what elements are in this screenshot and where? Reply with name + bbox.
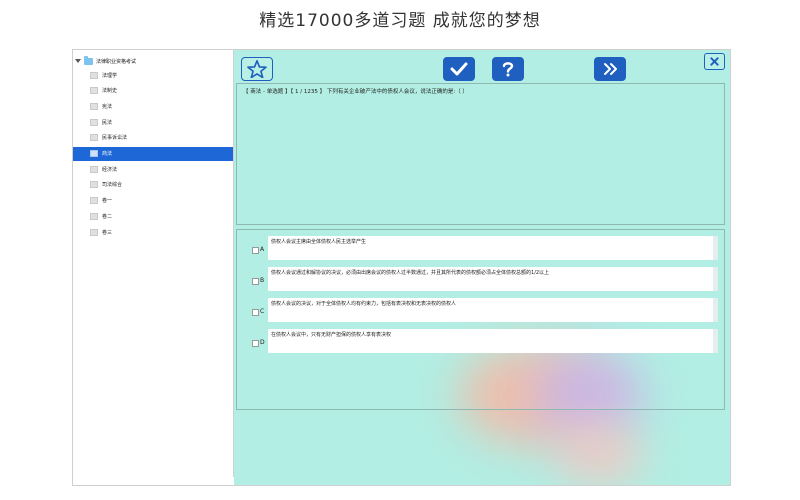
next-question-button[interactable]: [594, 57, 626, 81]
background-blur: [554, 425, 644, 485]
sidebar-item[interactable]: 卷二: [73, 209, 233, 223]
sidebar-item[interactable]: 民事诉讼法: [73, 131, 233, 145]
close-icon: [710, 57, 719, 66]
options-panel: A 债权人会议主席由全体债权人民主选举产生 B 债权人会议通过和解协议的决议，必须由出…: [236, 229, 725, 410]
answer-option[interactable]: C 债权人会议的决议，对于全体债权人均有约束力，包括有表决权和无表决权的债权人: [237, 298, 724, 324]
sidebar-item[interactable]: 民法: [73, 115, 233, 129]
option-text[interactable]: 债权人会议主席由全体债权人民主选举产生: [268, 236, 718, 260]
answer-option[interactable]: A 债权人会议主席由全体债权人民主选举产生: [237, 236, 724, 262]
tree-root[interactable]: 法律职业资格考试: [75, 55, 137, 66]
favorite-button[interactable]: [241, 57, 273, 81]
option-text[interactable]: 在债权人会议中，只有无财产担保的债权人享有表决权: [268, 329, 718, 353]
option-checkbox[interactable]: [252, 247, 259, 254]
sidebar-item-label: 法理学: [102, 72, 118, 79]
option-letter: C: [260, 308, 265, 315]
question-panel: 【 商法 - 单选题 】【 1 / 1235 】 下列有关企业破产法中的债权人会…: [236, 83, 725, 225]
option-text[interactable]: 债权人会议通过和解协议的决议，必须由出席会议的债权人过半数通过，并且其所代表的债…: [268, 267, 718, 291]
option-checkbox[interactable]: [252, 340, 259, 347]
sidebar-item[interactable]: 法理学: [73, 68, 233, 82]
option-text[interactable]: 债权人会议的决议，对于全体债权人均有约束力，包括有表决权和无表决权的债权人: [268, 298, 718, 322]
close-button[interactable]: [704, 53, 725, 70]
document-icon: [90, 150, 98, 157]
sidebar-item[interactable]: 卷三: [73, 225, 233, 239]
document-icon: [90, 228, 98, 236]
sidebar-tree[interactable]: 法律职业资格考试 法理学法制史宪法民法民事诉讼法商法经济法司法综合卷一卷二卷三: [73, 50, 234, 477]
option-checkbox[interactable]: [252, 309, 259, 316]
option-letter: A: [260, 246, 265, 253]
sidebar-item[interactable]: 商法: [73, 146, 233, 161]
help-button[interactable]: [492, 57, 524, 81]
document-icon: [90, 87, 98, 95]
sidebar-item-label: 民法: [102, 119, 113, 126]
answer-option[interactable]: D 在债权人会议中，只有无财产担保的债权人享有表决权: [237, 329, 724, 355]
check-answer-button[interactable]: [443, 57, 475, 81]
sidebar-item-label: 卷一: [102, 198, 113, 205]
sidebar-item-label: 卷三: [102, 229, 113, 236]
document-icon: [90, 71, 98, 79]
option-letter: D: [260, 339, 265, 346]
document-icon: [90, 181, 98, 189]
app-window: 法律职业资格考试 法理学法制史宪法民法民事诉讼法商法经济法司法综合卷一卷二卷三: [72, 49, 731, 486]
document-icon: [90, 165, 98, 173]
sidebar-item[interactable]: 法制史: [73, 84, 233, 98]
sidebar-item[interactable]: 宪法: [73, 99, 233, 113]
document-icon: [90, 212, 98, 220]
promo-headline: 精选17000多道习题 成就您的梦想: [259, 11, 541, 31]
answer-option[interactable]: B 债权人会议通过和解协议的决议，必须由出席会议的债权人过半数通过，并且其所代表的…: [237, 267, 724, 293]
option-letter: B: [260, 277, 265, 284]
sidebar-item[interactable]: 卷一: [73, 194, 233, 208]
sidebar-item-label: 商法: [102, 151, 113, 157]
option-checkbox[interactable]: [252, 278, 259, 285]
folder-icon: [84, 55, 93, 65]
sidebar-item-label: 法制史: [102, 88, 118, 95]
disclosure-triangle-icon[interactable]: [75, 59, 81, 63]
sidebar-item-label: 经济法: [102, 166, 118, 173]
star-icon: [247, 60, 267, 78]
document-icon: [90, 134, 98, 142]
sidebar-item[interactable]: 经济法: [73, 162, 233, 176]
tree-root-label: 法律职业资格考试: [96, 58, 137, 65]
sidebar-item[interactable]: 司法综合: [73, 178, 233, 192]
document-icon: [90, 118, 98, 126]
sidebar-item-label: 卷二: [102, 213, 113, 220]
checkmark-icon: [450, 62, 468, 76]
double-chevron-right-icon: [604, 63, 617, 75]
question-icon: [502, 62, 514, 77]
document-icon: [90, 102, 98, 110]
document-icon: [90, 197, 98, 205]
sidebar-item-label: 宪法: [102, 103, 113, 110]
main-panel: 【 商法 - 单选题 】【 1 / 1235 】 下列有关企业破产法中的债权人会…: [234, 50, 730, 485]
sidebar-item-label: 司法综合: [102, 182, 123, 189]
sidebar-item-label: 民事诉讼法: [102, 135, 128, 142]
question-text: 【 商法 - 单选题 】【 1 / 1235 】 下列有关企业破产法中的债权人会…: [243, 89, 468, 95]
